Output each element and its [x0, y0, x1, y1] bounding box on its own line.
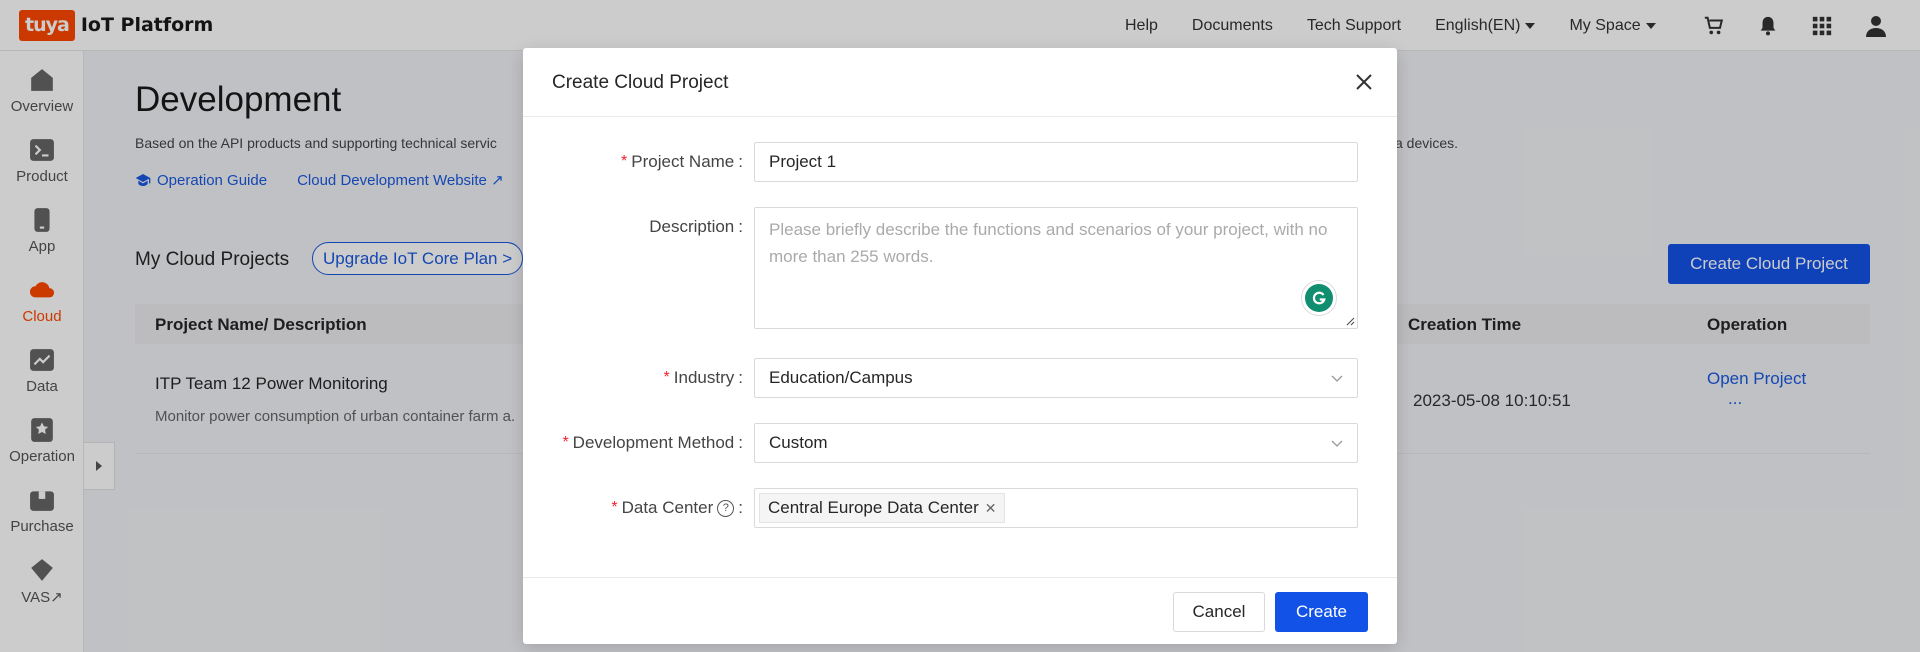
required-mark: *	[663, 369, 670, 386]
data-center-select[interactable]: Central Europe Data Center ✕	[754, 488, 1358, 528]
project-name-label: * Project Name :	[621, 152, 743, 172]
resize-handle-icon[interactable]	[1345, 316, 1355, 326]
required-mark: *	[611, 499, 618, 516]
dialog-title: Create Cloud Project	[552, 72, 729, 93]
dialog-footer: Cancel Create	[523, 577, 1397, 644]
industry-value: Education/Campus	[769, 368, 913, 387]
dialog-header: Create Cloud Project	[523, 48, 1397, 117]
label-colon: :	[738, 368, 743, 387]
description-placeholder: Please briefly describe the functions an…	[769, 220, 1328, 266]
label-colon: :	[738, 498, 743, 517]
project-name-label-text: Project Name	[631, 152, 735, 171]
create-button[interactable]: Create	[1275, 592, 1368, 632]
label-colon: :	[738, 217, 743, 236]
industry-label: * Industry :	[664, 368, 743, 388]
development-method-label-text: Development Method	[572, 433, 735, 452]
development-method-label: * Development Method :	[562, 433, 743, 453]
grammarly-logo	[1305, 284, 1333, 312]
label-colon: :	[738, 433, 743, 452]
help-icon[interactable]: ?	[717, 499, 735, 517]
remove-tag-icon[interactable]: ✕	[985, 500, 997, 517]
data-center-label-text: Data Center	[621, 498, 714, 517]
required-mark: *	[621, 153, 628, 170]
chevron-down-icon	[1331, 375, 1343, 382]
cancel-button[interactable]: Cancel	[1173, 592, 1265, 632]
description-label-text: Description	[649, 217, 735, 236]
create-cloud-project-dialog: Create Cloud Project * Project Name : Pr…	[523, 48, 1397, 644]
data-center-label: * Data Center ? :	[611, 498, 743, 518]
grammarly-icon[interactable]	[1301, 280, 1337, 316]
industry-label-text: Industry	[673, 368, 735, 387]
development-method-value: Custom	[769, 433, 828, 452]
label-colon: :	[738, 152, 743, 171]
data-center-tag: Central Europe Data Center ✕	[759, 493, 1006, 523]
description-textarea[interactable]: Please briefly describe the functions an…	[754, 207, 1358, 329]
development-method-select[interactable]: Custom	[754, 423, 1358, 463]
close-icon[interactable]	[1353, 71, 1375, 93]
data-center-tag-label: Central Europe Data Center	[768, 498, 979, 517]
required-mark: *	[562, 434, 569, 451]
industry-select[interactable]: Education/Campus	[754, 358, 1358, 398]
description-label: Description :	[649, 217, 743, 237]
project-name-input[interactable]: Project 1	[754, 142, 1358, 182]
chevron-down-icon	[1331, 440, 1343, 447]
